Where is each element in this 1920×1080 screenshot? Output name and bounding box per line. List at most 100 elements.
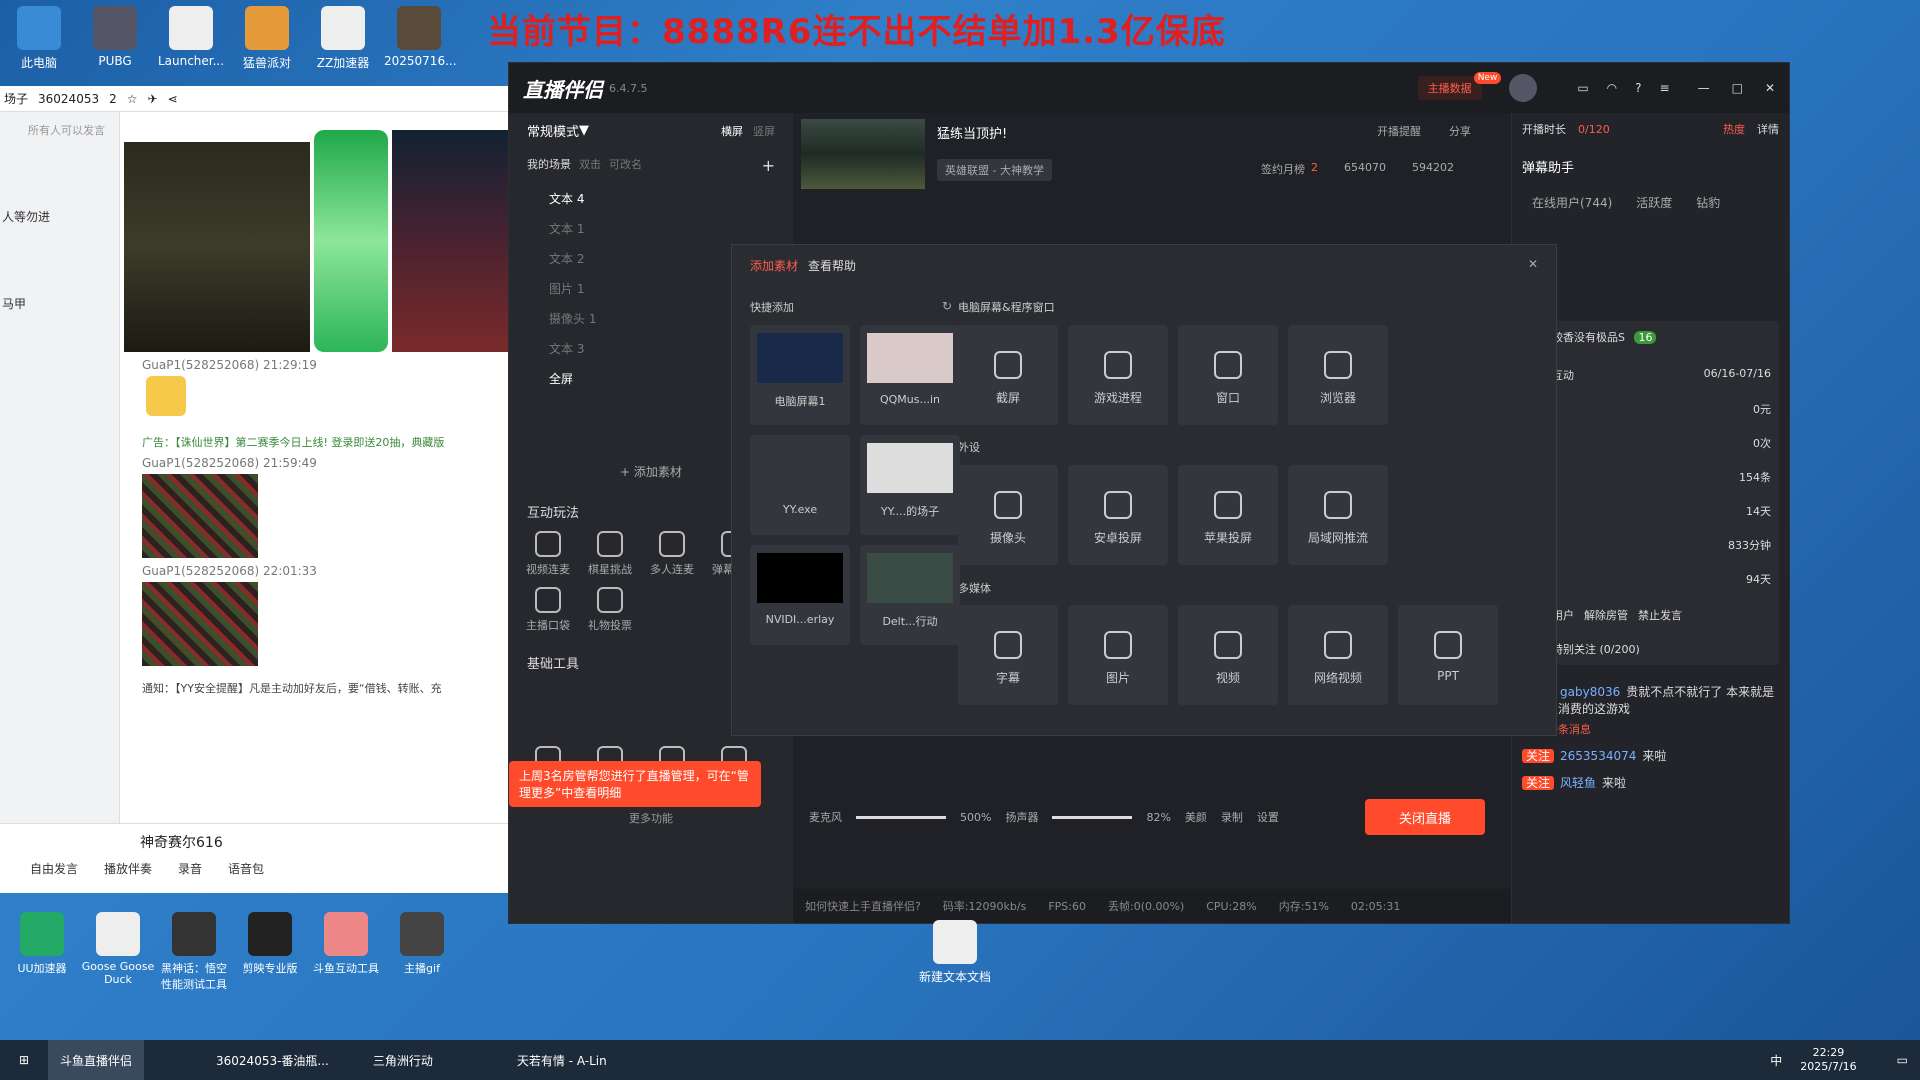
desktop-icon-bottom-2[interactable]: Goose Goose Duck [80, 912, 156, 986]
device-card[interactable]: 安卓投屏 [1068, 465, 1168, 565]
desktop-icon-1[interactable]: 此电脑 [4, 6, 74, 71]
screen-card[interactable]: 浏览器 [1288, 325, 1388, 425]
star-icon[interactable]: ☆ [127, 92, 138, 106]
device-card[interactable]: 苹果投屏 [1178, 465, 1278, 565]
side-item-2[interactable]: 马甲 [0, 295, 119, 312]
avatar[interactable] [1509, 74, 1538, 102]
quick-item[interactable]: 电脑屏幕1 [750, 325, 850, 425]
quick-item[interactable]: YY....的场子 [860, 435, 960, 535]
interact-tool[interactable]: 视频连麦 [517, 531, 579, 577]
horizontal-tab[interactable]: 横屏 [721, 123, 743, 139]
media-card[interactable]: 图片 [1068, 605, 1168, 705]
taskbar-item-3[interactable]: 三角洲行动 [361, 1040, 445, 1080]
maximize-icon[interactable]: □ [1732, 81, 1743, 95]
dialog-close-icon[interactable]: ✕ [1528, 257, 1538, 274]
screen-card[interactable]: 截屏 [958, 325, 1058, 425]
scene-item[interactable]: 文本 4 [509, 183, 793, 213]
device-card[interactable]: 摄像头 [958, 465, 1058, 565]
minimize-icon[interactable]: — [1698, 81, 1710, 95]
help-icon[interactable]: ? [1635, 81, 1641, 95]
media-card[interactable]: 网络视频 [1288, 605, 1388, 705]
quick-item[interactable]: QQMus...in [860, 325, 960, 425]
device-card[interactable]: 局域网推流 [1288, 465, 1388, 565]
detail-link[interactable]: 详情 [1757, 121, 1779, 137]
taskbar-item-2[interactable]: 36024053-番油瓶... [204, 1040, 341, 1080]
plane-icon[interactable]: ✈ [148, 92, 158, 106]
speaker-label[interactable]: 扬声器 [1005, 809, 1038, 825]
danmaku-user[interactable]: gaby8036 [1560, 685, 1620, 699]
input-text[interactable]: 神奇赛尔616 [140, 832, 223, 852]
stream-title[interactable]: 猛练当顶护! [937, 123, 1007, 142]
quickstart-help[interactable]: 如何快速上手直播伴侣? [805, 898, 921, 914]
media-card[interactable]: 字幕 [958, 605, 1058, 705]
interact-tool[interactable]: 主播口袋 [517, 587, 579, 633]
tab-add-material[interactable]: 添加素材 [750, 257, 798, 274]
headset-icon[interactable]: ◠ [1607, 81, 1617, 95]
screen-card[interactable]: 游戏进程 [1068, 325, 1168, 425]
vertical-tab[interactable]: 竖屏 [753, 123, 775, 139]
mic-label[interactable]: 麦克风 [809, 809, 842, 825]
clock[interactable]: 22:29 2025/7/16 [1800, 1046, 1856, 1074]
special-follow[interactable]: 添加特别关注 (0/200) [1530, 641, 1771, 657]
close-icon[interactable]: ✕ [1765, 81, 1775, 95]
quick-item[interactable]: Delt...行动 [860, 545, 960, 645]
desktop-icon-6[interactable]: 20250716... [384, 6, 457, 68]
category-tag[interactable]: 英雄联盟 - 大神教学 [937, 159, 1052, 181]
mute-button[interactable]: 禁止发言 [1638, 607, 1682, 623]
interact-tool[interactable]: 多人连麦 [641, 531, 703, 577]
tab-activity[interactable]: 活跃度 [1636, 194, 1672, 211]
tab-online-users[interactable]: 在线用户(744) [1532, 194, 1612, 211]
tab-diamond[interactable]: 钻豹 [1696, 194, 1720, 211]
media-card[interactable]: 视频 [1178, 605, 1278, 705]
share-icon[interactable]: ⋖ [168, 92, 178, 106]
tab-help[interactable]: 查看帮助 [808, 257, 856, 274]
share-button[interactable]: 分享 [1449, 123, 1471, 139]
close-live-button[interactable]: 关闭直播 [1365, 799, 1485, 835]
quick-item[interactable]: NVIDI...erlay [750, 545, 850, 645]
desktop-icon-bottom-5[interactable]: 斗鱼互动工具 [308, 912, 384, 976]
desktop-icon-bottom-4[interactable]: 剪映专业版 [232, 912, 308, 976]
side-item-1[interactable]: 人等勿进 [0, 208, 119, 225]
stream-thumbnail[interactable] [801, 119, 925, 189]
speaker-slider[interactable] [1052, 815, 1133, 819]
remove-manager-button[interactable]: 解除房管 [1584, 607, 1628, 623]
taskbar-item-1[interactable]: 斗鱼直播伴侣 [48, 1040, 145, 1080]
voice-pack-button[interactable]: 语音包 [228, 860, 264, 877]
chat-icon[interactable]: ▭ [1577, 81, 1588, 95]
danmaku-user[interactable]: 风轻鱼 [1560, 776, 1596, 790]
screen-card[interactable]: 窗口 [1178, 325, 1278, 425]
free-speak-button[interactable]: 自由发言 [30, 860, 78, 877]
beauty-button[interactable]: 美颜 [1185, 809, 1207, 825]
desktop-icon-new-doc[interactable]: 新建文本文档 [910, 920, 1000, 985]
notification-icon[interactable]: ▭ [1897, 1053, 1908, 1067]
desktop-icon-bottom-1[interactable]: UU加速器 [4, 912, 80, 976]
quick-item[interactable]: YY.exe [750, 435, 850, 535]
new-messages[interactable]: 最新30条消息 [1522, 721, 1779, 737]
add-scene-icon[interactable]: + [762, 156, 775, 175]
taskbar-item-4[interactable]: 天若有情 - A-Lin [505, 1040, 619, 1080]
desktop-icon-2[interactable]: PUBG [80, 6, 150, 68]
interact-tool[interactable]: 棋星挑战 [579, 531, 641, 577]
play-music-button[interactable]: 播放伴奏 [104, 860, 152, 877]
mic-slider[interactable] [856, 815, 946, 819]
desktop-icon-bottom-3[interactable]: 黑神话：悟空 性能测试工具 [156, 912, 232, 992]
refresh-icon[interactable]: ↻ [942, 299, 952, 313]
desktop-icon-5[interactable]: ZZ加速器 [308, 6, 378, 71]
settings-button[interactable]: 设置 [1257, 809, 1279, 825]
desktop-icon-bottom-6[interactable]: 主播gif [384, 912, 460, 976]
record-toggle[interactable]: 录制 [1221, 809, 1243, 825]
media-card[interactable]: PPT [1398, 605, 1498, 705]
desktop-icon-4[interactable]: 猛兽派对 [232, 6, 302, 71]
ime-indicator[interactable]: 中 [1770, 1052, 1782, 1069]
record-button[interactable]: 录音 [178, 860, 202, 877]
start-icon[interactable]: ⊞ [0, 1053, 48, 1067]
danmaku-user[interactable]: 2653534074 [1560, 749, 1636, 763]
mode-select[interactable]: 常规模式 [527, 121, 579, 140]
more-functions[interactable]: 更多功能 [509, 810, 793, 826]
sign-rank[interactable]: 签约月榜 [1261, 161, 1305, 177]
menu-icon[interactable]: ≡ [1660, 81, 1670, 95]
manager-toast[interactable]: 上周3名房管帮您进行了直播管理，可在“管理更多”中查看明细 [509, 761, 761, 807]
scene-item[interactable]: 文本 1 [509, 213, 793, 243]
desktop-icon-3[interactable]: Launcher... [156, 6, 226, 68]
anchor-data-button[interactable]: 主播数据 [1417, 76, 1482, 100]
